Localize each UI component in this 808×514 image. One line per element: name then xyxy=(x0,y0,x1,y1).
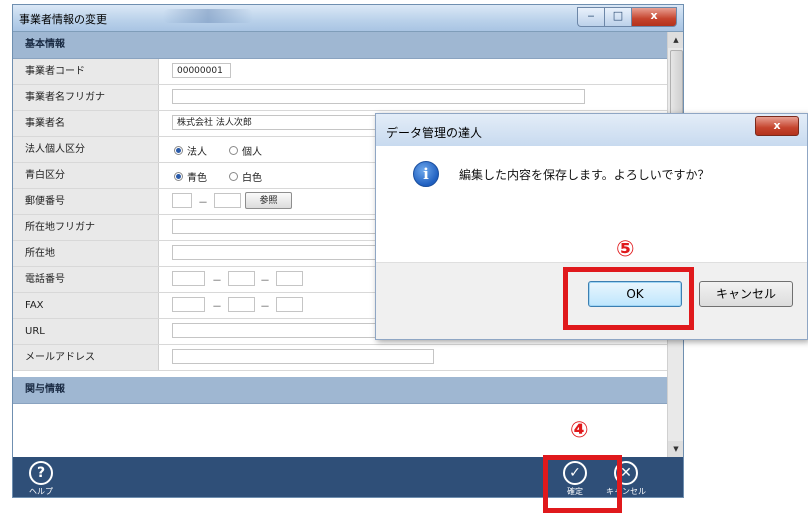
zip-dash: － xyxy=(198,198,208,209)
label-url: URL xyxy=(13,319,159,344)
dialog-close-button[interactable]: x xyxy=(755,116,799,136)
kana-input[interactable] xyxy=(172,89,585,104)
window-title: 事業者情報の変更 xyxy=(19,13,107,26)
blurred-title-area xyxy=(163,9,253,23)
tel-input-1[interactable] xyxy=(172,271,205,286)
label-tel: 電話番号 xyxy=(13,267,159,292)
radio-kojin[interactable]: 個人 xyxy=(229,143,262,158)
dialog-cancel-button[interactable]: キャンセル xyxy=(699,281,793,307)
fax-input-1[interactable] xyxy=(172,297,205,312)
info-icon: i xyxy=(413,161,439,187)
ok-highlight-box xyxy=(563,267,694,330)
label-kana: 事業者名フリガナ xyxy=(13,85,159,110)
radio-label: 法人 xyxy=(187,147,207,158)
radio-label: 青色 xyxy=(187,173,207,184)
dialog-body xyxy=(376,146,807,264)
row-email: メールアドレス xyxy=(13,345,667,371)
fax-dash-1: － xyxy=(212,302,222,313)
radio-label: 個人 xyxy=(242,147,262,158)
confirm-highlight-box xyxy=(543,455,622,513)
email-input[interactable] xyxy=(172,349,434,364)
zip-input-1[interactable] xyxy=(172,193,192,208)
radio-dot xyxy=(229,172,238,181)
radio-dot xyxy=(229,146,238,155)
help-icon: ? xyxy=(29,461,53,485)
label-code: 事業者コード xyxy=(13,59,159,84)
label-type: 法人個人区分 xyxy=(13,137,159,162)
dialog-title-bar: データ管理の達人 x xyxy=(376,114,807,146)
scroll-up-arrow-icon[interactable]: ▲ xyxy=(668,32,683,48)
section-header-kanyo: 関与情報 xyxy=(13,377,667,404)
label-name: 事業者名 xyxy=(13,111,159,136)
section-header-basic: 基本情報 xyxy=(13,32,667,59)
help-button[interactable]: ? ヘルプ xyxy=(21,459,61,497)
scroll-down-arrow-icon[interactable]: ▼ xyxy=(668,441,683,457)
title-bar: 事業者情報の変更 ‒ □ x xyxy=(13,5,683,32)
minimize-button[interactable]: ‒ xyxy=(577,7,604,27)
radio-hojin[interactable]: 法人 xyxy=(174,143,207,158)
tel-dash-1: － xyxy=(212,276,222,287)
label-addr: 所在地 xyxy=(13,241,159,266)
fax-dash-2: － xyxy=(260,302,270,313)
maximize-button[interactable]: □ xyxy=(604,7,631,27)
zip-lookup-button[interactable]: 参照 xyxy=(245,192,292,209)
tel-dash-2: － xyxy=(260,276,270,287)
help-label: ヘルプ xyxy=(29,487,53,496)
fax-input-2[interactable] xyxy=(228,297,255,312)
label-color: 青白区分 xyxy=(13,163,159,188)
row-code: 事業者コード 00000001 xyxy=(13,59,667,85)
row-kana: 事業者名フリガナ xyxy=(13,85,667,111)
label-zip: 郵便番号 xyxy=(13,189,159,214)
tel-input-2[interactable] xyxy=(228,271,255,286)
window-controls: ‒ □ x xyxy=(577,7,677,27)
close-button[interactable]: x xyxy=(631,7,677,27)
label-email: メールアドレス xyxy=(13,345,159,370)
label-addr-kana: 所在地フリガナ xyxy=(13,215,159,240)
code-input[interactable]: 00000001 xyxy=(172,63,231,78)
radio-dot-selected xyxy=(174,172,183,181)
step-4-marker: ④ xyxy=(570,418,589,443)
dialog-message: 編集した内容を保存します。よろしいですか？ xyxy=(459,168,710,182)
radio-blue[interactable]: 青色 xyxy=(174,169,207,184)
dialog-title: データ管理の達人 xyxy=(386,126,483,140)
fax-input-3[interactable] xyxy=(276,297,303,312)
label-fax: FAX xyxy=(13,293,159,318)
tel-input-3[interactable] xyxy=(276,271,303,286)
step-5-marker: ⑤ xyxy=(616,237,635,262)
radio-dot-selected xyxy=(174,146,183,155)
radio-label: 白色 xyxy=(242,173,262,184)
zip-input-2[interactable] xyxy=(214,193,241,208)
radio-white[interactable]: 白色 xyxy=(229,169,262,184)
